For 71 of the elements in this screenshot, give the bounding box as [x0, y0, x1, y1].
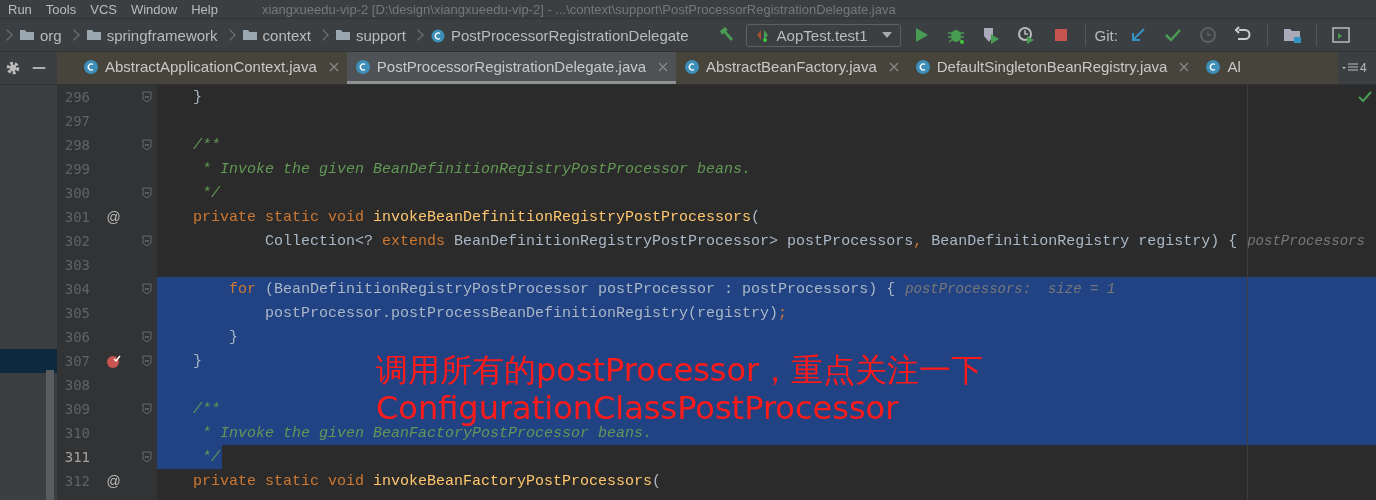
window-title: xiangxueedu-vip-2 [D:\design\xiangxueedu-vip-2] - ...\context\support\PostProcessorRegistrationDelegate.java	[261, 1, 896, 17]
fold-icon[interactable]	[142, 355, 152, 367]
fold-icon[interactable]	[142, 283, 152, 295]
class-icon	[914, 58, 931, 75]
editor-tab[interactable]: DefaultSingletonBeanRegistry.java	[906, 52, 1198, 84]
menu-item[interactable]: VCS	[90, 1, 117, 17]
caret-icon	[881, 32, 892, 38]
menu-item[interactable]: Window	[130, 1, 178, 17]
code-text: /**	[192, 135, 220, 156]
menu-item[interactable]: Run	[8, 1, 32, 17]
editor-tab[interactable]: AbstractBeanFactory.java	[676, 52, 907, 84]
settings-icon[interactable]	[4, 59, 22, 77]
breadcrumb-item[interactable]: springframework	[85, 26, 218, 44]
fold-icon[interactable]	[142, 235, 152, 247]
close-icon[interactable]	[1179, 61, 1190, 72]
annotation-text: ConfigurationClassPostProcessor	[376, 389, 900, 427]
override-marker[interactable]: @	[106, 209, 121, 225]
breadcrumb-item[interactable]: support	[334, 26, 406, 44]
breadcrumb-item[interactable]: org	[19, 26, 62, 44]
override-marker[interactable]: @	[106, 473, 121, 489]
fold-icon[interactable]	[142, 403, 152, 415]
close-icon[interactable]	[658, 61, 669, 72]
class-icon	[1205, 58, 1222, 75]
run-config-dropdown[interactable]: AopTest.test1	[745, 23, 901, 47]
code-text: private static void invokeBeanFactoryPostProcessors(	[192, 471, 662, 492]
folder-icon	[19, 27, 35, 43]
code-text: /**	[192, 399, 220, 420]
folder-icon	[241, 27, 258, 43]
menu-item[interactable]: Help	[191, 1, 218, 17]
close-icon[interactable]	[328, 61, 339, 72]
fold-icon[interactable]	[142, 451, 152, 463]
editor-tab[interactable]: Al	[1197, 52, 1249, 84]
code-text: */	[201, 183, 220, 204]
code-text: }	[228, 327, 238, 348]
folder-icon	[334, 27, 351, 43]
code-text: */	[157, 445, 222, 469]
breadcrumb-item[interactable]: PostProcessorRegistrationDelegate	[430, 26, 689, 44]
class-icon	[354, 58, 371, 75]
fold-icon[interactable]	[142, 187, 152, 199]
profiler-icon[interactable]	[1015, 25, 1036, 45]
folder-icon	[85, 27, 102, 43]
class-icon	[684, 58, 701, 75]
check-icon	[1358, 91, 1372, 103]
fold-icon[interactable]	[142, 91, 152, 103]
clock-icon[interactable]	[1197, 25, 1218, 45]
code-text: }	[192, 87, 202, 108]
code-text: for (BeanDefinitionRegistryPostProcessor postProcessor : postProcessors) {	[228, 279, 896, 300]
code-text: private static void invokeBeanDefinitionRegistryPostProcessors(	[192, 207, 761, 228]
code-text: postProcessor.postProcessBeanDefinitionRegistry(registry);	[264, 303, 788, 324]
breadcrumb-item[interactable]: context	[241, 26, 311, 44]
fold-icon[interactable]	[142, 139, 152, 151]
menu-item[interactable]: Tools	[45, 1, 77, 17]
editor-tab[interactable]: PostProcessorRegistrationDelegate.java	[346, 52, 677, 84]
editor-tab[interactable]: AbstractApplicationContext.java	[75, 52, 347, 84]
code-text: * Invoke the given BeanDefinitionRegistryPostProcessor beans.	[201, 159, 752, 180]
inline-hint: postProcessors	[1247, 233, 1365, 249]
list-icon	[1342, 63, 1358, 73]
close-icon[interactable]	[888, 61, 899, 72]
line-number: 311	[63, 449, 90, 465]
class-icon	[430, 27, 446, 43]
fold-icon[interactable]	[142, 331, 152, 343]
tab-list-button[interactable]: 4	[1338, 52, 1376, 84]
breakpoint-icon[interactable]	[105, 353, 122, 369]
code-text: }	[192, 351, 202, 372]
terminal-icon[interactable]	[1330, 25, 1351, 45]
code-text: Collection<? extends BeanDefinitionRegistryPostProcessor> postProcessors, BeanDefinitionRegistry registry) {	[264, 231, 1238, 252]
git-label: Git:	[1094, 26, 1118, 44]
annotation-text: 调用所有的postProcessor，重点关注一下	[376, 351, 984, 389]
inline-hint: postProcessors: size = 1	[905, 281, 1116, 297]
selected-row	[0, 349, 57, 373]
class-icon	[83, 58, 99, 75]
